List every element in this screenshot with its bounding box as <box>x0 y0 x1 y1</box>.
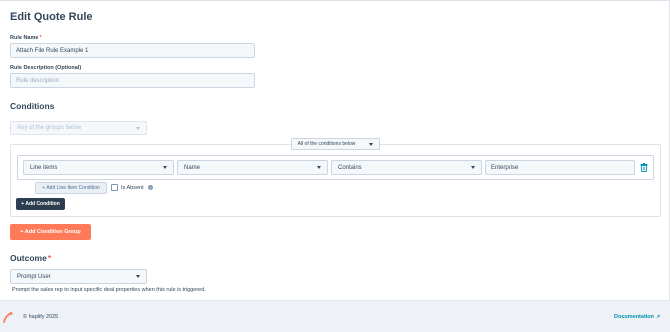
trash-icon[interactable] <box>640 163 648 172</box>
required-mark: * <box>47 253 52 263</box>
groups-mode-select[interactable]: Any of the groups below <box>10 121 147 135</box>
logo-icon <box>3 312 13 323</box>
outcome-description: Prompt the sales rep to input specific d… <box>12 287 206 293</box>
outcome-title: Outcome* <box>10 253 52 263</box>
rule-name-input[interactable]: Attach File Rule Example 1 <box>10 43 255 58</box>
documentation-link-label: Documentation <box>614 314 655 320</box>
documentation-link[interactable]: Documentation ↗ <box>614 314 660 320</box>
rule-description-label: Rule Description (Optional) <box>10 65 82 71</box>
chevron-down-icon <box>471 166 475 169</box>
chevron-down-icon <box>317 166 321 169</box>
page-title: Edit Quote Rule <box>10 11 93 23</box>
condition-value-input[interactable]: Enterprise <box>485 160 635 175</box>
outcome-select[interactable]: Prompt User <box>10 269 147 284</box>
external-link-icon: ↗ <box>656 314 661 320</box>
group-conditions-mode-value: All of the conditions below <box>297 141 356 147</box>
required-mark: * <box>39 35 42 41</box>
condition-property-select[interactable]: Name <box>177 160 328 175</box>
add-line-item-condition-button[interactable]: + Add Line Item Condition <box>35 182 107 194</box>
condition-property-value: Name <box>184 164 201 171</box>
groups-mode-value: Any of the groups below <box>17 125 82 131</box>
rule-name-value: Attach File Rule Example 1 <box>16 47 89 54</box>
condition-operator-select[interactable]: Contains <box>331 160 482 175</box>
add-condition-button[interactable]: + Add Condition <box>16 198 65 210</box>
condition-object-value: Line items <box>30 164 58 171</box>
condition-object-select[interactable]: Line items <box>23 160 174 175</box>
is-absent-checkbox[interactable] <box>111 184 118 191</box>
rule-name-label: Rule Name* <box>10 35 42 41</box>
rule-description-placeholder: Rule description <box>16 77 60 84</box>
chevron-down-icon <box>163 166 167 169</box>
add-condition-group-button[interactable]: + Add Condition Group <box>10 224 91 240</box>
condition-operator-value: Contains <box>338 164 362 171</box>
is-absent-label: Is Absent <box>121 185 144 191</box>
footer: © haplify 2025 Documentation ↗ <box>0 300 670 332</box>
chevron-down-icon <box>136 126 140 130</box>
top-divider <box>0 0 670 1</box>
group-conditions-mode-select[interactable]: All of the conditions below <box>291 138 380 150</box>
outcome-value: Prompt User <box>17 273 51 280</box>
chevron-down-icon <box>136 275 140 278</box>
info-icon[interactable]: i <box>148 185 153 190</box>
rule-description-input[interactable]: Rule description <box>10 73 255 88</box>
chevron-down-icon <box>369 142 374 146</box>
conditions-title: Conditions <box>10 101 55 111</box>
copyright-text: © haplify 2025 <box>23 314 59 320</box>
condition-value-text: Enterprise <box>491 164 519 171</box>
